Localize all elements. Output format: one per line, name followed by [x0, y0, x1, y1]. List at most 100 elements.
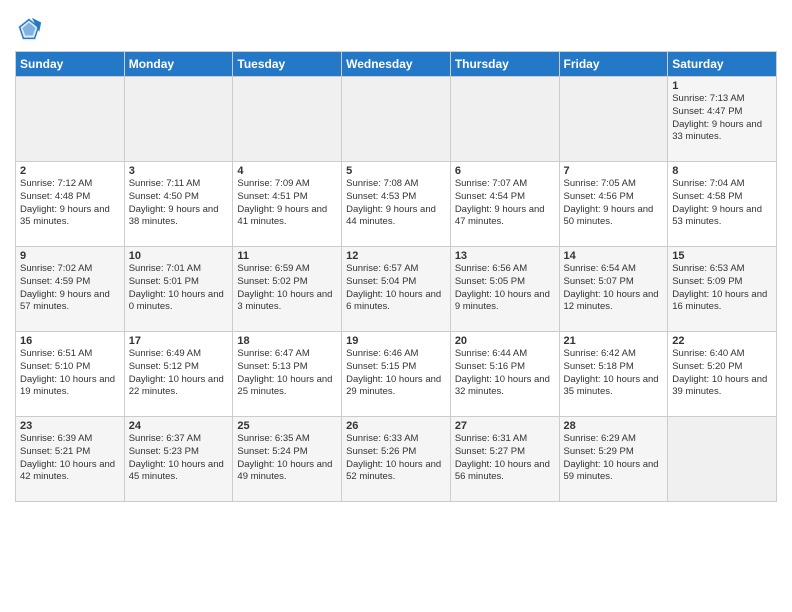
weekday-header-monday: Monday — [124, 52, 233, 77]
calendar-week-2: 2Sunrise: 7:12 AM Sunset: 4:48 PM Daylig… — [16, 162, 777, 247]
day-info: Sunrise: 6:49 AM Sunset: 5:12 PM Dayligh… — [129, 348, 229, 399]
day-number: 7 — [564, 165, 664, 177]
weekday-header-friday: Friday — [559, 52, 668, 77]
calendar-cell: 11Sunrise: 6:59 AM Sunset: 5:02 PM Dayli… — [233, 247, 342, 332]
day-info: Sunrise: 6:37 AM Sunset: 5:23 PM Dayligh… — [129, 433, 229, 484]
calendar-week-5: 23Sunrise: 6:39 AM Sunset: 5:21 PM Dayli… — [16, 417, 777, 502]
calendar-table: SundayMondayTuesdayWednesdayThursdayFrid… — [15, 51, 777, 502]
day-info: Sunrise: 7:13 AM Sunset: 4:47 PM Dayligh… — [672, 93, 772, 144]
day-number: 10 — [129, 250, 229, 262]
day-info: Sunrise: 6:46 AM Sunset: 5:15 PM Dayligh… — [346, 348, 446, 399]
day-number: 15 — [672, 250, 772, 262]
weekday-header-sunday: Sunday — [16, 52, 125, 77]
day-number: 8 — [672, 165, 772, 177]
calendar-cell — [124, 77, 233, 162]
day-number: 12 — [346, 250, 446, 262]
day-number: 4 — [237, 165, 337, 177]
day-number: 2 — [20, 165, 120, 177]
calendar-cell: 19Sunrise: 6:46 AM Sunset: 5:15 PM Dayli… — [342, 332, 451, 417]
day-number: 25 — [237, 420, 337, 432]
weekday-header-thursday: Thursday — [450, 52, 559, 77]
day-info: Sunrise: 6:44 AM Sunset: 5:16 PM Dayligh… — [455, 348, 555, 399]
calendar-cell — [342, 77, 451, 162]
page-container: SundayMondayTuesdayWednesdayThursdayFrid… — [0, 0, 792, 507]
calendar-cell: 18Sunrise: 6:47 AM Sunset: 5:13 PM Dayli… — [233, 332, 342, 417]
day-info: Sunrise: 6:33 AM Sunset: 5:26 PM Dayligh… — [346, 433, 446, 484]
calendar-week-1: 1Sunrise: 7:13 AM Sunset: 4:47 PM Daylig… — [16, 77, 777, 162]
day-info: Sunrise: 7:11 AM Sunset: 4:50 PM Dayligh… — [129, 178, 229, 229]
day-info: Sunrise: 7:07 AM Sunset: 4:54 PM Dayligh… — [455, 178, 555, 229]
day-number: 1 — [672, 80, 772, 92]
calendar-cell: 24Sunrise: 6:37 AM Sunset: 5:23 PM Dayli… — [124, 417, 233, 502]
day-info: Sunrise: 6:40 AM Sunset: 5:20 PM Dayligh… — [672, 348, 772, 399]
day-number: 13 — [455, 250, 555, 262]
calendar-cell: 15Sunrise: 6:53 AM Sunset: 5:09 PM Dayli… — [668, 247, 777, 332]
day-info: Sunrise: 7:05 AM Sunset: 4:56 PM Dayligh… — [564, 178, 664, 229]
day-info: Sunrise: 6:42 AM Sunset: 5:18 PM Dayligh… — [564, 348, 664, 399]
day-number: 17 — [129, 335, 229, 347]
calendar-cell: 3Sunrise: 7:11 AM Sunset: 4:50 PM Daylig… — [124, 162, 233, 247]
day-number: 23 — [20, 420, 120, 432]
day-info: Sunrise: 6:53 AM Sunset: 5:09 PM Dayligh… — [672, 263, 772, 314]
day-number: 16 — [20, 335, 120, 347]
day-number: 26 — [346, 420, 446, 432]
calendar-cell: 26Sunrise: 6:33 AM Sunset: 5:26 PM Dayli… — [342, 417, 451, 502]
day-info: Sunrise: 6:29 AM Sunset: 5:29 PM Dayligh… — [564, 433, 664, 484]
day-number: 3 — [129, 165, 229, 177]
calendar-cell — [16, 77, 125, 162]
day-info: Sunrise: 7:02 AM Sunset: 4:59 PM Dayligh… — [20, 263, 120, 314]
calendar-cell: 1Sunrise: 7:13 AM Sunset: 4:47 PM Daylig… — [668, 77, 777, 162]
day-info: Sunrise: 6:39 AM Sunset: 5:21 PM Dayligh… — [20, 433, 120, 484]
logo — [15, 15, 47, 43]
calendar-cell: 28Sunrise: 6:29 AM Sunset: 5:29 PM Dayli… — [559, 417, 668, 502]
day-info: Sunrise: 6:51 AM Sunset: 5:10 PM Dayligh… — [20, 348, 120, 399]
day-number: 24 — [129, 420, 229, 432]
day-number: 28 — [564, 420, 664, 432]
calendar-cell: 20Sunrise: 6:44 AM Sunset: 5:16 PM Dayli… — [450, 332, 559, 417]
calendar-cell: 21Sunrise: 6:42 AM Sunset: 5:18 PM Dayli… — [559, 332, 668, 417]
calendar-cell: 7Sunrise: 7:05 AM Sunset: 4:56 PM Daylig… — [559, 162, 668, 247]
day-info: Sunrise: 7:08 AM Sunset: 4:53 PM Dayligh… — [346, 178, 446, 229]
day-number: 5 — [346, 165, 446, 177]
calendar-cell: 12Sunrise: 6:57 AM Sunset: 5:04 PM Dayli… — [342, 247, 451, 332]
day-number: 19 — [346, 335, 446, 347]
calendar-cell: 16Sunrise: 6:51 AM Sunset: 5:10 PM Dayli… — [16, 332, 125, 417]
day-number: 9 — [20, 250, 120, 262]
calendar-cell: 4Sunrise: 7:09 AM Sunset: 4:51 PM Daylig… — [233, 162, 342, 247]
page-header — [15, 10, 777, 43]
day-info: Sunrise: 7:09 AM Sunset: 4:51 PM Dayligh… — [237, 178, 337, 229]
calendar-cell — [233, 77, 342, 162]
calendar-cell: 27Sunrise: 6:31 AM Sunset: 5:27 PM Dayli… — [450, 417, 559, 502]
calendar-cell: 8Sunrise: 7:04 AM Sunset: 4:58 PM Daylig… — [668, 162, 777, 247]
calendar-cell: 13Sunrise: 6:56 AM Sunset: 5:05 PM Dayli… — [450, 247, 559, 332]
calendar-cell: 10Sunrise: 7:01 AM Sunset: 5:01 PM Dayli… — [124, 247, 233, 332]
calendar-week-3: 9Sunrise: 7:02 AM Sunset: 4:59 PM Daylig… — [16, 247, 777, 332]
day-number: 11 — [237, 250, 337, 262]
day-info: Sunrise: 7:01 AM Sunset: 5:01 PM Dayligh… — [129, 263, 229, 314]
calendar-cell: 6Sunrise: 7:07 AM Sunset: 4:54 PM Daylig… — [450, 162, 559, 247]
calendar-cell — [668, 417, 777, 502]
day-info: Sunrise: 7:04 AM Sunset: 4:58 PM Dayligh… — [672, 178, 772, 229]
day-number: 21 — [564, 335, 664, 347]
calendar-cell — [559, 77, 668, 162]
calendar-cell — [450, 77, 559, 162]
day-info: Sunrise: 6:47 AM Sunset: 5:13 PM Dayligh… — [237, 348, 337, 399]
logo-icon — [15, 15, 43, 43]
day-number: 27 — [455, 420, 555, 432]
calendar-cell: 2Sunrise: 7:12 AM Sunset: 4:48 PM Daylig… — [16, 162, 125, 247]
calendar-cell: 22Sunrise: 6:40 AM Sunset: 5:20 PM Dayli… — [668, 332, 777, 417]
calendar-header-row: SundayMondayTuesdayWednesdayThursdayFrid… — [16, 52, 777, 77]
day-info: Sunrise: 6:56 AM Sunset: 5:05 PM Dayligh… — [455, 263, 555, 314]
day-number: 22 — [672, 335, 772, 347]
day-info: Sunrise: 6:31 AM Sunset: 5:27 PM Dayligh… — [455, 433, 555, 484]
calendar-week-4: 16Sunrise: 6:51 AM Sunset: 5:10 PM Dayli… — [16, 332, 777, 417]
day-info: Sunrise: 6:57 AM Sunset: 5:04 PM Dayligh… — [346, 263, 446, 314]
calendar-cell: 5Sunrise: 7:08 AM Sunset: 4:53 PM Daylig… — [342, 162, 451, 247]
day-number: 18 — [237, 335, 337, 347]
calendar-cell: 14Sunrise: 6:54 AM Sunset: 5:07 PM Dayli… — [559, 247, 668, 332]
day-info: Sunrise: 6:59 AM Sunset: 5:02 PM Dayligh… — [237, 263, 337, 314]
calendar-cell: 25Sunrise: 6:35 AM Sunset: 5:24 PM Dayli… — [233, 417, 342, 502]
weekday-header-tuesday: Tuesday — [233, 52, 342, 77]
calendar-cell: 9Sunrise: 7:02 AM Sunset: 4:59 PM Daylig… — [16, 247, 125, 332]
day-number: 14 — [564, 250, 664, 262]
